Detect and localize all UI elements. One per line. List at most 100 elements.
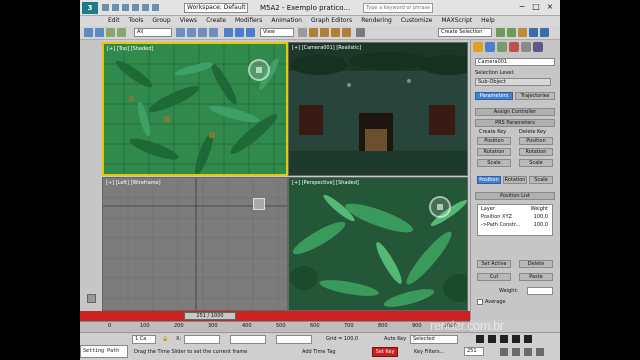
- select-object-icon[interactable]: [176, 28, 185, 37]
- pivot-icon[interactable]: [298, 28, 307, 37]
- menu-help[interactable]: Help: [481, 16, 495, 26]
- menu-modifiers[interactable]: Modifiers: [235, 16, 262, 26]
- menu-views[interactable]: Views: [180, 16, 197, 26]
- close-button[interactable]: ×: [544, 2, 556, 13]
- new-file-icon[interactable]: [102, 4, 109, 11]
- angle-snap-icon[interactable]: [320, 28, 329, 37]
- menu-group[interactable]: Group: [152, 16, 170, 26]
- maximize-viewport-icon[interactable]: [536, 348, 544, 356]
- spinner-snap-icon[interactable]: [342, 28, 351, 37]
- scale-mode-button[interactable]: Scale: [529, 176, 553, 184]
- align-icon[interactable]: [507, 28, 516, 37]
- create-position-key-button[interactable]: Position: [477, 137, 511, 145]
- rectangle-selection-icon[interactable]: [198, 28, 207, 37]
- reference-coordinate-dropdown[interactable]: View: [260, 28, 294, 37]
- menu-animation[interactable]: Animation: [271, 16, 302, 26]
- rotation-mode-button[interactable]: Rotation: [503, 176, 527, 184]
- average-weights-checkbox[interactable]: [477, 299, 483, 305]
- add-time-tag-button[interactable]: Add Time Tag: [302, 349, 336, 355]
- save-icon[interactable]: [122, 4, 129, 11]
- edit-named-selection-icon[interactable]: [356, 28, 365, 37]
- viewport-top-label[interactable]: [+] [Top] [Shaded]: [107, 46, 153, 52]
- viewport-left[interactable]: [+] [Left] [Wireframe]: [102, 177, 288, 311]
- project-folder-icon[interactable]: [152, 4, 159, 11]
- go-to-start-icon[interactable]: [476, 335, 484, 343]
- create-tab-icon[interactable]: [473, 42, 483, 52]
- cut-button[interactable]: Cut: [477, 273, 511, 281]
- display-tab-icon[interactable]: [521, 42, 531, 52]
- x-coordinate-field[interactable]: [184, 335, 220, 344]
- mirror-icon[interactable]: [496, 28, 505, 37]
- z-coordinate-field[interactable]: [276, 335, 312, 344]
- unlink-icon[interactable]: [117, 28, 126, 37]
- menu-create[interactable]: Create: [206, 16, 226, 26]
- go-to-end-icon[interactable]: [524, 335, 532, 343]
- search-input[interactable]: Type a keyword or phrase: [363, 3, 433, 13]
- hierarchy-tab-icon[interactable]: [497, 42, 507, 52]
- prs-parameters-rollout[interactable]: PRS Parameters: [475, 119, 555, 127]
- menu-edit[interactable]: Edit: [108, 16, 120, 26]
- previous-frame-icon[interactable]: [488, 335, 496, 343]
- timeline-ruler[interactable]: 0 100 200 300 400 500 600 700 800 900 10…: [80, 321, 470, 332]
- orbit-icon[interactable]: [524, 348, 532, 356]
- play-icon[interactable]: [500, 335, 508, 343]
- set-active-button[interactable]: Set Active: [477, 260, 511, 268]
- object-name-field[interactable]: Camera001: [475, 58, 555, 66]
- next-frame-icon[interactable]: [512, 335, 520, 343]
- position-mode-button[interactable]: Position: [477, 176, 501, 184]
- assign-controller-rollout[interactable]: Assign Controller: [475, 108, 555, 116]
- snaps-toggle-icon[interactable]: [309, 28, 318, 37]
- menu-rendering[interactable]: Rendering: [361, 16, 392, 26]
- motion-tab-icon[interactable]: [509, 42, 519, 52]
- minimize-button[interactable]: −: [516, 2, 528, 13]
- scale-icon[interactable]: [246, 28, 255, 37]
- delete-position-key-button[interactable]: Position: [519, 137, 553, 145]
- viewcube-icon[interactable]: [248, 59, 270, 81]
- camera-gizmo-icon[interactable]: [253, 198, 265, 210]
- material-editor-icon[interactable]: [518, 28, 527, 37]
- lock-icon[interactable]: 🔒: [162, 336, 168, 342]
- redo-icon[interactable]: [142, 4, 149, 11]
- create-scale-key-button[interactable]: Scale: [477, 159, 511, 167]
- render-icon[interactable]: [540, 28, 549, 37]
- maximize-button[interactable]: □: [530, 2, 542, 13]
- selection-filter-dropdown[interactable]: All: [134, 28, 172, 37]
- key-filters-button[interactable]: Key Filters...: [414, 349, 444, 355]
- named-selection-sets-dropdown[interactable]: Create Selection: [438, 28, 492, 37]
- menu-maxscript[interactable]: MAXScript: [441, 16, 472, 26]
- viewport-left-label[interactable]: [+] [Left] [Wireframe]: [106, 180, 161, 186]
- viewport-layout-icon[interactable]: [87, 294, 96, 303]
- position-list-rollout[interactable]: Position List: [475, 192, 555, 200]
- delete-rotation-key-button[interactable]: Rotation: [519, 148, 553, 156]
- render-setup-icon[interactable]: [529, 28, 538, 37]
- viewport-camera[interactable]: [+] [Camera001] [Realistic]: [288, 42, 468, 176]
- sub-object-dropdown[interactable]: Sub-Object: [475, 78, 551, 86]
- trajectories-tab-button[interactable]: Trajectories: [515, 92, 555, 100]
- open-file-icon[interactable]: [112, 4, 119, 11]
- key-mode-dropdown[interactable]: Selected: [410, 335, 458, 344]
- redo-toolbar-icon[interactable]: [95, 28, 104, 37]
- timeline-track[interactable]: [80, 311, 470, 321]
- delete-scale-key-button[interactable]: Scale: [519, 159, 553, 167]
- create-rotation-key-button[interactable]: Rotation: [477, 148, 511, 156]
- viewport-perspective[interactable]: [+] [Perspective] [Shaded]: [288, 177, 468, 311]
- viewport-top[interactable]: [+] [Top] [Shaded]: [102, 42, 288, 176]
- delete-layer-button[interactable]: Delete: [519, 260, 553, 268]
- set-key-button[interactable]: Set Key: [372, 347, 398, 357]
- menu-tools[interactable]: Tools: [129, 16, 144, 26]
- utilities-tab-icon[interactable]: [533, 42, 543, 52]
- viewcube-perspective-icon[interactable]: [429, 196, 451, 218]
- menu-graph-editors[interactable]: Graph Editors: [311, 16, 352, 26]
- menu-customize[interactable]: Customize: [401, 16, 433, 26]
- undo-icon[interactable]: [132, 4, 139, 11]
- current-frame-field[interactable]: 251: [464, 347, 484, 356]
- workspace-dropdown[interactable]: Workspace: Default: [184, 3, 248, 13]
- weight-spinner[interactable]: [527, 287, 553, 295]
- layer-row[interactable]: ->Path Constr... 100,0: [478, 221, 552, 229]
- move-icon[interactable]: [224, 28, 233, 37]
- percent-snap-icon[interactable]: [331, 28, 340, 37]
- modify-tab-icon[interactable]: [485, 42, 495, 52]
- pan-icon[interactable]: [512, 348, 520, 356]
- zoom-icon[interactable]: [500, 348, 508, 356]
- viewport-perspective-label[interactable]: [+] [Perspective] [Shaded]: [292, 180, 359, 186]
